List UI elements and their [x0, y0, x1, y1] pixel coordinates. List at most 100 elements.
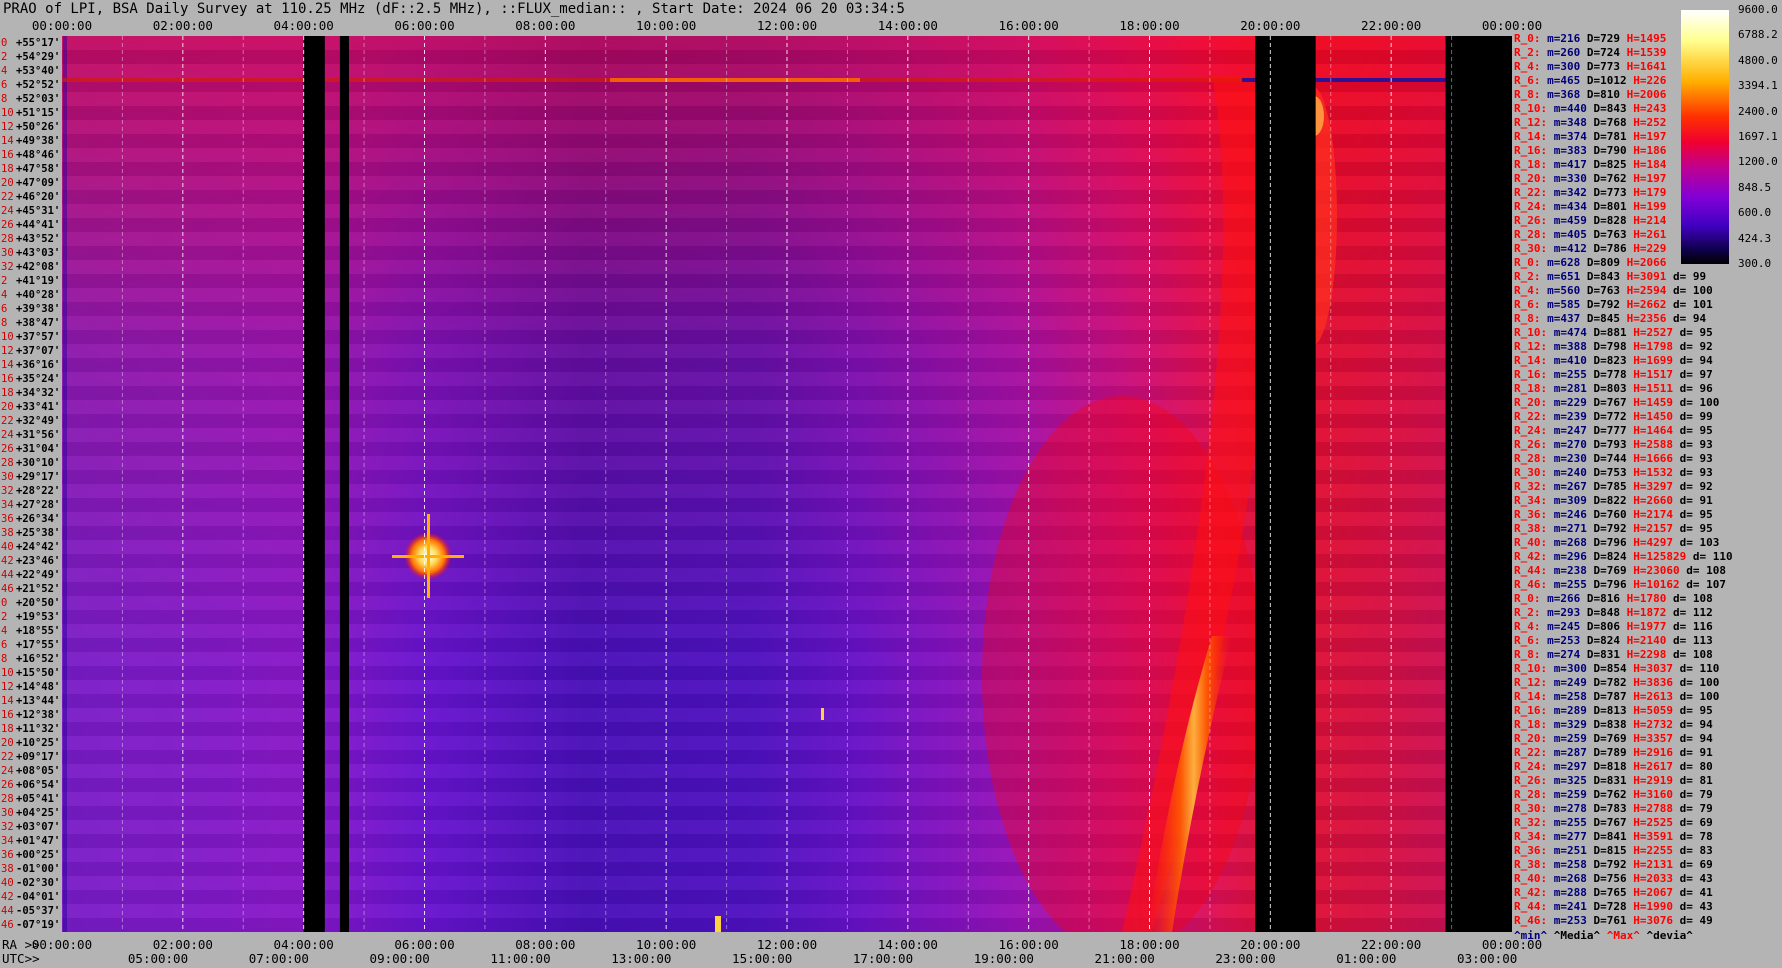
stat-dd: d= 100 — [1672, 690, 1720, 703]
stat-h: H=2527 — [1626, 326, 1673, 339]
declination-label: 26 +44°41' — [0, 218, 62, 232]
declination-value: +44°41' — [16, 219, 61, 231]
declination-label: 30 +29°17' — [0, 470, 62, 484]
stat-d: D=793 — [1586, 438, 1627, 451]
heatmap-svg — [62, 36, 1512, 932]
top-tick-label: 00:00:00 — [1481, 18, 1543, 33]
beam-index: 22 — [1, 751, 14, 763]
beam-index: 12 — [1, 345, 14, 357]
stat-dd: d= 69 — [1672, 816, 1713, 829]
stat-r: R_10: — [1514, 662, 1548, 675]
stat-d: D=818 — [1586, 760, 1627, 773]
colorbar-tick-label: 300.0 — [1738, 257, 1772, 270]
declination-value: +53°40' — [16, 65, 61, 77]
declination-label: 40 -02°30' — [0, 876, 62, 890]
stat-d: D=803 — [1586, 382, 1627, 395]
stat-d: D=823 — [1586, 354, 1627, 367]
stat-row: R_10: m=300 D=854 H=3037 d= 110 — [1514, 662, 1719, 676]
stat-h: H=1666 — [1626, 452, 1673, 465]
declination-value: +24°42' — [16, 541, 61, 553]
stat-h: H=1459 — [1626, 396, 1673, 409]
stat-r: R_20: — [1514, 732, 1548, 745]
stat-row: R_20: m=259 D=769 H=3357 d= 94 — [1514, 732, 1713, 746]
stat-r: R_18: — [1514, 718, 1548, 731]
stat-d: D=881 — [1586, 326, 1627, 339]
stat-d: D=787 — [1586, 690, 1627, 703]
stat-row: R_32: m=267 D=785 H=3297 d= 92 — [1514, 480, 1713, 494]
declination-value: +41°19' — [16, 275, 61, 287]
heatmap-plot — [62, 36, 1512, 932]
stat-h: H=1464 — [1626, 424, 1673, 437]
footer-median: ^Media^ — [1553, 929, 1601, 942]
stat-row: R_8: m=437 D=845 H=2356 d= 94 — [1514, 312, 1706, 326]
top-tick-label: 10:00:00 — [636, 18, 697, 33]
stat-d: D=796 — [1586, 536, 1627, 549]
ra-tick-label: 18:00:00 — [1119, 937, 1180, 952]
stat-h: H=1517 — [1626, 368, 1673, 381]
stat-dd: d= 92 — [1672, 480, 1713, 493]
stat-r: R_10: — [1514, 326, 1548, 339]
stat-d: D=841 — [1586, 830, 1627, 843]
stat-dd: d= 112 — [1666, 606, 1713, 619]
declination-label: 22 +32°49' — [0, 414, 62, 428]
declination-label: 2 +41°19' — [0, 274, 62, 288]
declination-label: 42 +23°46' — [0, 554, 62, 568]
stat-m: m=241 — [1547, 900, 1587, 913]
stat-dd: d= 41 — [1672, 886, 1713, 899]
stat-d: D=831 — [1586, 774, 1627, 787]
stat-r: R_2: — [1514, 46, 1541, 59]
colorbar-tick-label: 848.5 — [1738, 180, 1772, 194]
colorbar-tick-label: 9600.0 — [1738, 3, 1778, 16]
stat-m: m=281 — [1547, 382, 1587, 395]
stat-m: m=249 — [1547, 676, 1587, 689]
stat-h: H=229 — [1626, 242, 1667, 255]
declination-label: 0 +20°50' — [0, 596, 62, 610]
stat-m: m=238 — [1547, 564, 1587, 577]
stat-row: R_30: m=412 D=786 H=229 — [1514, 242, 1666, 256]
stat-row: R_44: m=241 D=728 H=1990 d= 43 — [1514, 900, 1713, 914]
stat-r: R_4: — [1514, 60, 1541, 73]
declination-label: 46 -07°19' — [0, 918, 62, 932]
colorbar-tick-label: 6788.2 — [1738, 28, 1778, 42]
stat-m: m=253 — [1547, 914, 1587, 927]
stat-h: H=1798 — [1626, 340, 1673, 353]
beam-index: 26 — [1, 779, 14, 791]
declination-label: 10 +51°15' — [0, 106, 62, 120]
declination-value: +22°49' — [16, 569, 61, 581]
stat-h: H=2006 — [1620, 88, 1667, 101]
stat-h: H=179 — [1626, 186, 1667, 199]
stat-dd: d= 108 — [1666, 592, 1713, 605]
stat-h: H=2594 — [1620, 284, 1667, 297]
top-tick-label: 00:00:00 — [31, 18, 93, 33]
stat-m: m=270 — [1547, 438, 1587, 451]
declination-value: +12°38' — [16, 709, 61, 721]
data-gap — [1255, 36, 1316, 932]
stat-h: H=2660 — [1626, 494, 1673, 507]
stat-m: m=342 — [1547, 186, 1587, 199]
stat-r: R_34: — [1514, 494, 1548, 507]
stat-m: m=368 — [1540, 88, 1581, 101]
ra-tick-label: 08:00:00 — [515, 937, 576, 952]
declination-value: +06°54' — [16, 779, 61, 791]
stat-h: H=2157 — [1626, 522, 1673, 535]
stat-row: R_2: m=293 D=848 H=1872 d= 112 — [1514, 606, 1713, 620]
stat-m: m=410 — [1547, 354, 1587, 367]
utc-tick-label: 13:00:00 — [611, 951, 672, 966]
declination-label: 14 +49°38' — [0, 134, 62, 148]
stats-footer: ^min^ ^Media^ ^Max^ ^devia^ — [1514, 929, 1693, 942]
stat-m: m=405 — [1547, 228, 1587, 241]
stat-row: R_22: m=342 D=773 H=179 — [1514, 186, 1666, 200]
stat-h: H=1532 — [1626, 466, 1673, 479]
stat-d: D=762 — [1586, 172, 1627, 185]
stat-d: D=762 — [1586, 788, 1627, 801]
declination-label: 46 +21°52' — [0, 582, 62, 596]
declination-value: +31°04' — [16, 443, 61, 455]
stat-m: m=253 — [1540, 634, 1581, 647]
stat-m: m=267 — [1547, 480, 1587, 493]
stat-dd: d= 108 — [1679, 564, 1726, 577]
colorbar-tick-label: 424.3 — [1738, 231, 1772, 245]
stat-r: R_28: — [1514, 452, 1548, 465]
stat-row: R_20: m=330 D=762 H=197 — [1514, 172, 1666, 186]
declination-label: 38 +25°38' — [0, 526, 62, 540]
stat-row: R_26: m=270 D=793 H=2588 d= 93 — [1514, 438, 1713, 452]
